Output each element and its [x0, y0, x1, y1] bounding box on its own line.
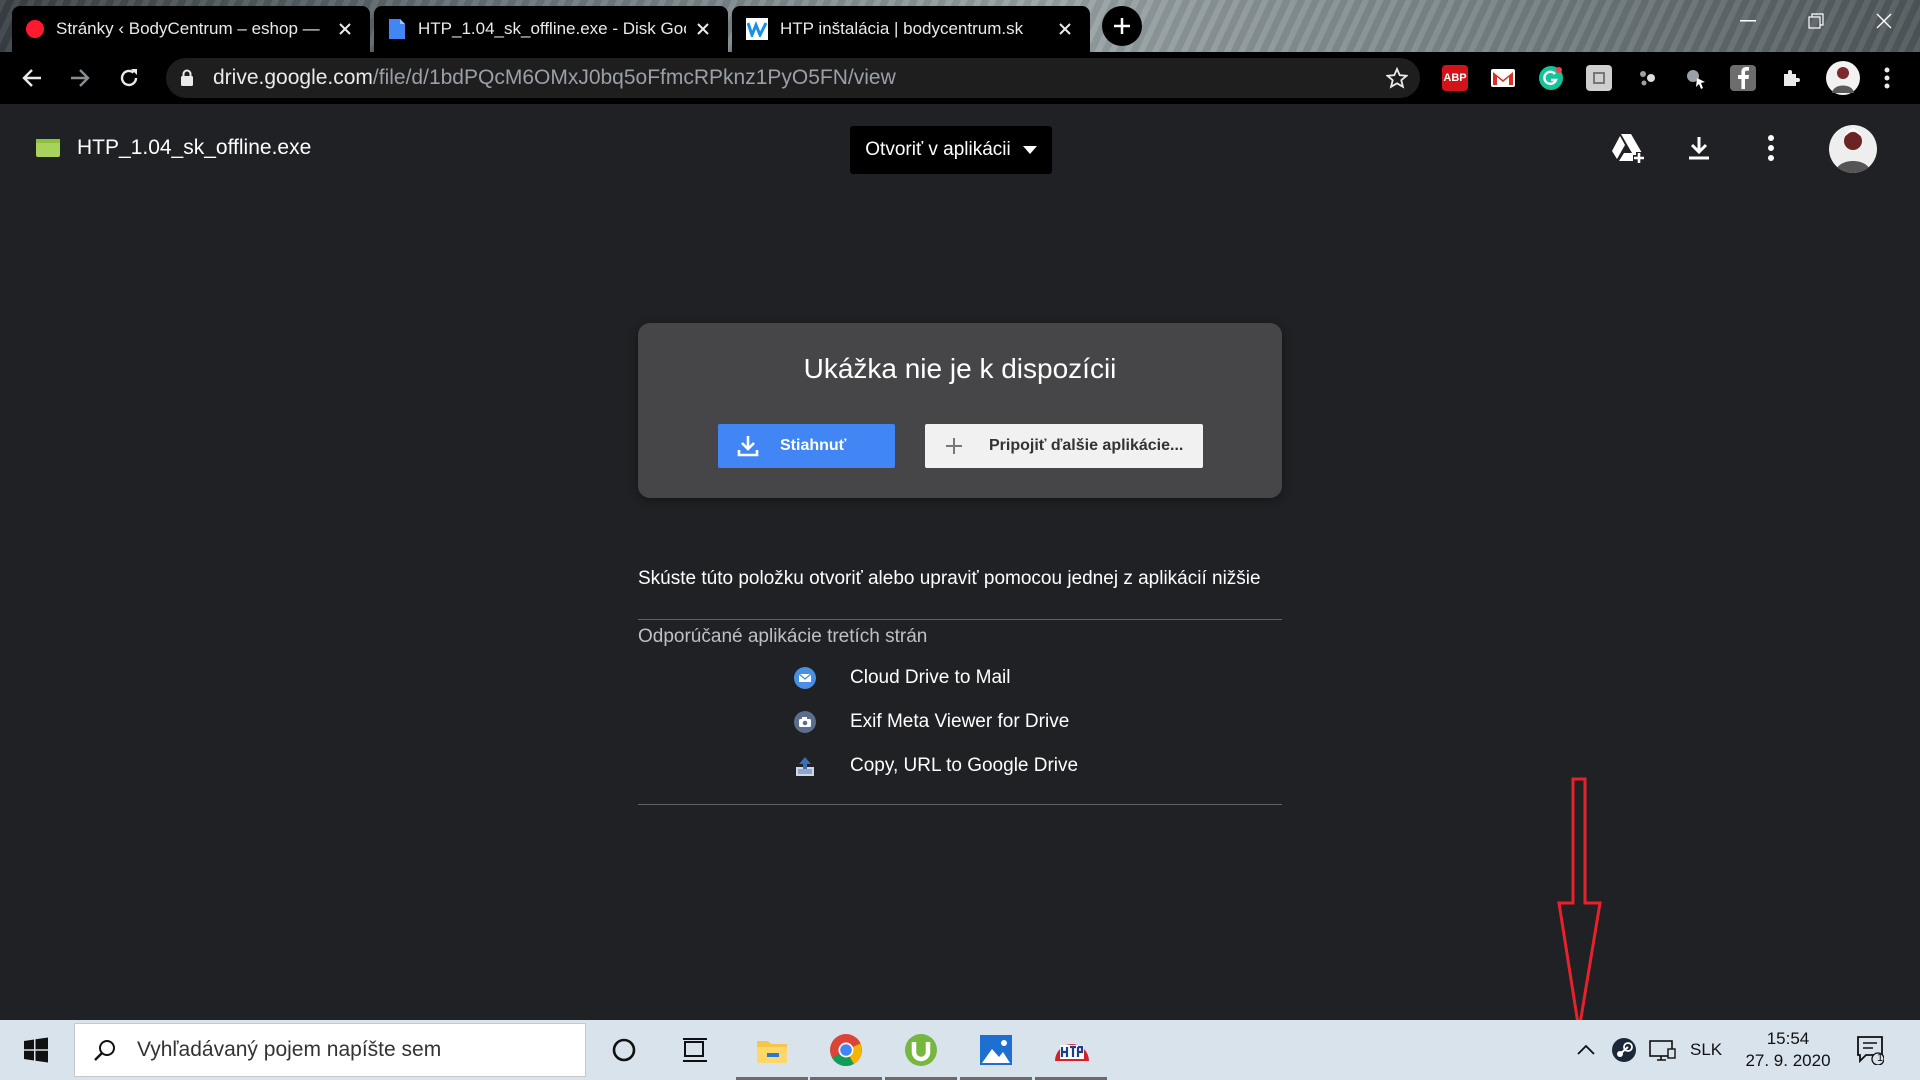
- browser-menu-icon[interactable]: [1874, 65, 1900, 91]
- utorrent-icon[interactable]: [901, 1030, 941, 1070]
- download-button[interactable]: Stiahnuť: [718, 424, 895, 468]
- input-language-indicator[interactable]: SLK: [1690, 1020, 1722, 1080]
- windows-taskbar: Vyhľadávaný pojem napíšte sem SLK 15:54 …: [0, 1020, 1920, 1080]
- download-label: Stiahnuť: [780, 437, 847, 454]
- divider: [638, 804, 1282, 805]
- windows-start-icon[interactable]: [16, 1030, 56, 1070]
- forward-icon[interactable]: [64, 62, 96, 94]
- drive-viewer-header: HTP_1.04_sk_offline.exe Otvoriť v apliká…: [0, 104, 1920, 192]
- tab-close-icon[interactable]: [692, 18, 714, 40]
- tab-title: HTP inštalácia | bodycentrum.sk: [780, 19, 1024, 38]
- open-with-label: Otvoriť v aplikácii: [865, 139, 1011, 160]
- lock-icon: [180, 69, 194, 87]
- third-party-heading: Odporúčané aplikácie tretích strán: [638, 626, 928, 647]
- preview-unavailable-card: Ukážka nie je k dispozícii Stiahnuť Prip…: [638, 323, 1282, 498]
- steam-tray-icon[interactable]: [1606, 1030, 1642, 1070]
- mail-icon: [793, 666, 817, 690]
- minimize-icon[interactable]: [1728, 6, 1768, 36]
- exe-file-icon: [36, 139, 60, 157]
- browser-tab-bodycentrum[interactable]: Stránky ‹ BodyCentrum – eshop —: [12, 6, 370, 52]
- add-to-drive-icon[interactable]: [1609, 130, 1645, 166]
- browser-tab-drive[interactable]: HTP_1.04_sk_offline.exe - Disk Google: [374, 6, 728, 52]
- browser-tab-htp[interactable]: HTP inštalácia | bodycentrum.sk: [732, 6, 1090, 52]
- preview-title: Ukážka nie je k dispozícii: [803, 353, 1117, 384]
- browser-toolbar: drive.google.com/file/d/1bdPQcM6OMxJ0bq5…: [0, 52, 1920, 104]
- tab-title: HTP_1.04_sk_offline.exe - Disk Google: [418, 19, 686, 38]
- url-text: drive.google.com/file/d/1bdPQcM6OMxJ0bq5…: [213, 66, 896, 89]
- app-item-exif-meta-viewer[interactable]: Exif Meta Viewer for Drive: [793, 707, 1069, 737]
- connect-more-apps-label: Pripojiť ďalšie aplikácie...: [989, 437, 1184, 454]
- plus-icon: [945, 437, 963, 455]
- camera-icon: [793, 710, 817, 734]
- app-name: Exif Meta Viewer for Drive: [850, 711, 1070, 732]
- download-icon[interactable]: [1681, 130, 1717, 166]
- extension-puzzle-piece-icon[interactable]: [1586, 65, 1612, 91]
- photos-icon[interactable]: [976, 1030, 1016, 1070]
- account-avatar[interactable]: [1829, 125, 1877, 173]
- caret-down-icon: [1022, 146, 1037, 154]
- htp-app-icon[interactable]: [1052, 1030, 1092, 1070]
- divider: [638, 619, 1282, 620]
- download-icon: [736, 434, 760, 458]
- extensions-menu-icon[interactable]: [1778, 65, 1804, 91]
- search-placeholder: Vyhľadávaný pojem napíšte sem: [137, 1038, 442, 1061]
- file-name: HTP_1.04_sk_offline.exe: [77, 136, 312, 159]
- chrome-icon[interactable]: [826, 1030, 866, 1070]
- restore-icon[interactable]: [1796, 6, 1836, 36]
- task-view-icon[interactable]: [675, 1030, 715, 1070]
- browser-tab-strip: Stránky ‹ BodyCentrum – eshop — HTP_1.04…: [0, 0, 1920, 52]
- tab-close-icon[interactable]: [334, 18, 356, 40]
- bookmark-star-icon[interactable]: [1386, 67, 1408, 89]
- back-icon[interactable]: [16, 62, 48, 94]
- taskbar-search-box[interactable]: Vyhľadávaný pojem napíšte sem: [74, 1023, 586, 1077]
- cortana-icon[interactable]: [604, 1030, 644, 1070]
- show-hidden-icons-chevron-icon[interactable]: [1568, 1030, 1604, 1070]
- address-bar[interactable]: drive.google.com/file/d/1bdPQcM6OMxJ0bq5…: [166, 58, 1420, 98]
- reload-icon[interactable]: [113, 62, 145, 94]
- app-item-copy-url-to-drive[interactable]: Copy, URL to Google Drive: [793, 751, 1078, 781]
- tab-title: Stránky ‹ BodyCentrum – eshop —: [56, 19, 320, 38]
- site-favicon-icon: [746, 18, 768, 40]
- red-arrow-annotation: [1555, 775, 1605, 1035]
- notification-count-badge: 1: [1877, 1052, 1884, 1064]
- open-with-button[interactable]: Otvoriť v aplikácii: [850, 126, 1052, 174]
- suggestion-text: Skúste túto položku otvoriť alebo upravi…: [638, 568, 1261, 589]
- opera-favicon-icon: [26, 20, 44, 38]
- grammarly-icon[interactable]: [1538, 65, 1564, 91]
- new-tab-button[interactable]: [1102, 6, 1142, 46]
- tab-close-icon[interactable]: [1054, 18, 1076, 40]
- adblock-plus-icon[interactable]: ABP: [1442, 65, 1468, 91]
- more-options-icon[interactable]: [1753, 130, 1789, 166]
- cursor-extension-icon[interactable]: [1682, 65, 1708, 91]
- gmail-icon[interactable]: [1490, 65, 1516, 91]
- app-item-cloud-drive-to-mail[interactable]: Cloud Drive to Mail: [793, 663, 1011, 693]
- profile-avatar[interactable]: [1826, 61, 1860, 95]
- connect-more-apps-button[interactable]: Pripojiť ďalšie aplikácie...: [925, 424, 1203, 468]
- search-icon: [93, 1038, 117, 1062]
- taskbar-clock[interactable]: 15:54 27. 9. 2020: [1728, 1028, 1848, 1072]
- clock-date: 27. 9. 2020: [1745, 1051, 1831, 1070]
- network-icon[interactable]: [1644, 1030, 1680, 1070]
- upload-icon: [793, 754, 817, 778]
- facebook-icon[interactable]: [1730, 65, 1756, 91]
- google-docs-favicon-icon: [388, 18, 406, 40]
- clock-time: 15:54: [1766, 1029, 1810, 1048]
- extension-dots-icon[interactable]: [1634, 65, 1660, 91]
- window-close-icon[interactable]: [1864, 6, 1904, 36]
- app-name: Cloud Drive to Mail: [850, 667, 1011, 688]
- file-explorer-icon[interactable]: [752, 1030, 792, 1070]
- app-name: Copy, URL to Google Drive: [850, 755, 1079, 776]
- action-center-icon[interactable]: 1: [1852, 1030, 1888, 1070]
